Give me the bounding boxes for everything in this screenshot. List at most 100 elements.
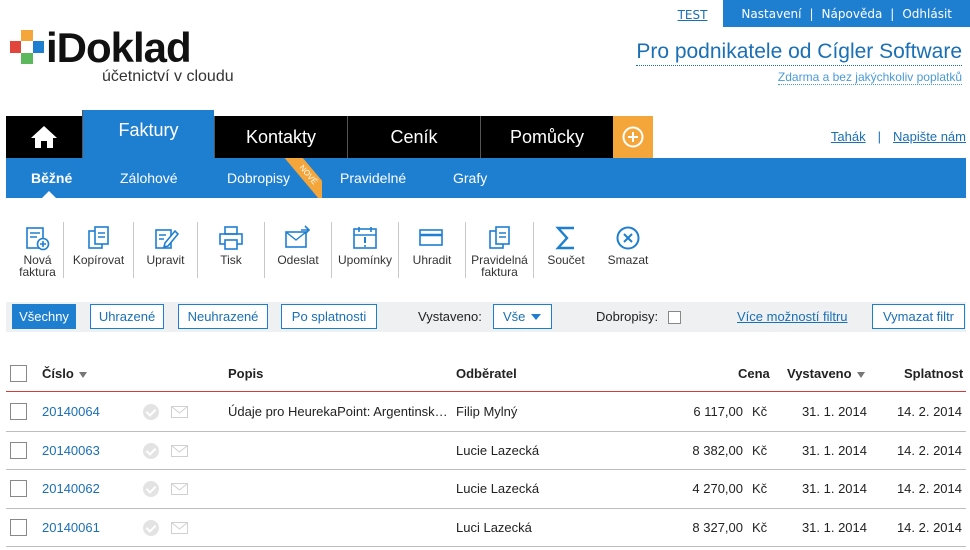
invoice-description: Údaje pro HeurekaPoint: Argentinsk…: [228, 404, 448, 419]
sort-arrow-icon: [856, 371, 865, 378]
mail-icon[interactable]: [171, 406, 188, 418]
issued-label: Vystaveno:: [418, 309, 482, 324]
table-row[interactable]: 20140064 Údaje pro HeurekaPoint: Argenti…: [6, 393, 966, 432]
issued-select[interactable]: Vše: [493, 304, 552, 329]
filter-paid-button[interactable]: Uhrazené: [90, 304, 164, 329]
invoice-currency: Kč: [752, 404, 768, 419]
print-button[interactable]: Tisk: [198, 222, 265, 278]
invoice-customer: Luci Lazecká: [456, 519, 532, 535]
sort-arrow-icon: [78, 371, 87, 378]
account-bar: Nastavení | Nápověda | Odhlásit: [723, 0, 970, 27]
pay-button[interactable]: Uhradit: [399, 222, 466, 278]
paid-check-icon[interactable]: [143, 442, 159, 459]
subtab-advance[interactable]: Zálohové: [120, 158, 178, 198]
filter-unpaid-button[interactable]: Neuhrazené: [178, 304, 268, 329]
paid-check-icon[interactable]: [143, 481, 159, 497]
sum-button[interactable]: Součet: [534, 222, 598, 278]
issued-select-value: Vše: [503, 309, 526, 324]
main-nav: Faktury Kontakty Ceník Pomůcky: [6, 110, 653, 158]
new-invoice-label: Nová faktura: [19, 253, 56, 279]
copy-label: Kopírovat: [72, 253, 125, 267]
table-row[interactable]: 20140062 Lucie Lazecká 4 270,00 Kč 31. 1…: [6, 470, 966, 509]
active-caret: [42, 191, 56, 198]
subtab-recurring[interactable]: Pravidelné: [340, 158, 406, 198]
row-checkbox[interactable]: [10, 480, 27, 497]
promo-subtitle[interactable]: Zdarma a bez jakýchkoliv poplatků: [777, 70, 962, 85]
column-due: Splatnost: [904, 366, 964, 381]
plus-circle-icon: [622, 126, 644, 148]
sub-nav: Běžné Zálohové Dobropisy NOVÉ Pravidelné…: [6, 158, 966, 198]
sum-icon: [555, 226, 574, 250]
column-issued[interactable]: Vystaveno: [787, 356, 865, 392]
test-link[interactable]: TEST: [678, 0, 724, 27]
invoice-customer: Filip Mylný: [456, 404, 518, 419]
invoice-due: 14. 2. 2014: [896, 519, 962, 535]
filter-bar: Všechny Uhrazené Neuhrazené Po splatnost…: [6, 302, 966, 332]
row-checkbox[interactable]: [10, 403, 27, 420]
home-button[interactable]: [6, 116, 82, 158]
reminder-button[interactable]: Upomínky: [332, 222, 399, 278]
new-invoice-icon: [25, 227, 49, 251]
tab-tools[interactable]: Pomůcky: [480, 116, 613, 158]
contact-us-link[interactable]: Napište nám: [893, 129, 966, 144]
select-all-checkbox[interactable]: [10, 365, 27, 382]
more-filters-link[interactable]: Více možností filtru: [737, 302, 848, 332]
print-icon: [219, 226, 243, 250]
promo-title[interactable]: Pro podnikatele od Cígler Software: [636, 40, 962, 66]
invoice-due: 14. 2. 2014: [896, 404, 962, 419]
add-tab-button[interactable]: [613, 116, 653, 158]
promo[interactable]: Pro podnikatele od Cígler Software Zdarm…: [636, 40, 962, 85]
filter-all-button[interactable]: Všechny: [12, 304, 76, 329]
filter-overdue-button[interactable]: Po splatnosti: [281, 304, 377, 329]
paid-check-icon[interactable]: [143, 404, 159, 420]
table-row[interactable]: 20140061 Luci Lazecká 8 327,00 Kč 31. 1.…: [6, 509, 966, 547]
delete-button[interactable]: Smazat: [598, 222, 658, 278]
subtab-credit-notes[interactable]: Dobropisy: [227, 158, 290, 198]
mail-icon[interactable]: [171, 444, 188, 457]
send-button[interactable]: Odeslat: [265, 222, 332, 278]
separator: |: [877, 129, 882, 144]
column-number[interactable]: Číslo: [42, 356, 87, 392]
tab-contacts[interactable]: Kontakty: [214, 116, 347, 158]
tab-pricelist[interactable]: Ceník: [347, 116, 480, 158]
send-icon: [285, 225, 311, 248]
credit-notes-checkbox[interactable]: [668, 311, 681, 324]
invoice-number[interactable]: 20140062: [42, 470, 100, 508]
settings-link[interactable]: Nastavení: [733, 7, 809, 21]
recurring-invoice-label: Pravidelná faktura: [471, 253, 528, 279]
invoice-price: 6 117,00: [693, 404, 743, 419]
new-badge: NOVÉ: [283, 158, 322, 198]
logo[interactable]: iDoklad účetnictví v cloudu: [10, 27, 234, 86]
subtab-charts[interactable]: Grafy: [453, 158, 487, 198]
pay-label: Uhradit: [412, 253, 452, 267]
invoice-number[interactable]: 20140063: [42, 432, 100, 470]
invoice-number[interactable]: 20140061: [42, 509, 100, 547]
clear-filter-button[interactable]: Vymazat filtr: [872, 304, 965, 329]
mail-icon[interactable]: [171, 521, 188, 534]
row-checkbox[interactable]: [10, 441, 27, 459]
mail-icon[interactable]: [171, 483, 188, 495]
row-checkbox[interactable]: [10, 518, 27, 536]
edit-button[interactable]: Upravit: [134, 222, 198, 278]
paid-check-icon[interactable]: [143, 519, 159, 536]
new-invoice-button[interactable]: Nová faktura: [12, 222, 64, 278]
delete-label: Smazat: [607, 253, 649, 267]
print-label: Tisk: [220, 253, 242, 267]
invoice-price: 8 382,00: [692, 442, 743, 458]
recurring-invoice-button[interactable]: Pravidelná faktura: [466, 222, 534, 278]
help-link[interactable]: Nápověda: [814, 7, 891, 21]
help-links: Tahák | Napište nám: [831, 129, 966, 144]
logo-mark-icon: [10, 30, 44, 64]
logout-link[interactable]: Odhlásit: [894, 7, 960, 21]
table-row[interactable]: 20140063 Lucie Lazecká 8 382,00 Kč 31. 1…: [6, 432, 966, 470]
tab-invoices[interactable]: Faktury: [82, 110, 214, 158]
reminder-icon: [353, 227, 377, 249]
send-label: Odeslat: [277, 253, 319, 267]
copy-button[interactable]: Kopírovat: [64, 222, 134, 278]
cheatsheet-link[interactable]: Tahák: [831, 129, 866, 144]
credit-notes-label: Dobropisy:: [596, 309, 659, 324]
sum-label: Součet: [547, 253, 585, 267]
invoice-number[interactable]: 20140064: [42, 393, 100, 431]
invoice-price: 4 270,00: [692, 481, 743, 496]
edit-icon: [154, 229, 179, 249]
